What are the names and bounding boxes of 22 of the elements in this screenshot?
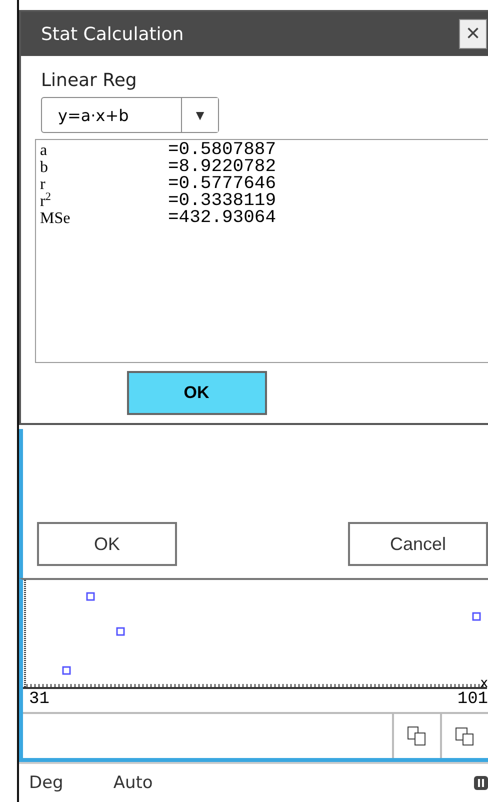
angle-mode: Deg [29, 773, 64, 793]
calculation-label: Linear Reg [41, 70, 138, 91]
x-max-label: 101 [457, 690, 488, 711]
result-value: =0.3338119 [168, 193, 278, 210]
ok-button[interactable]: OK [126, 371, 266, 415]
result-value: =432.93064 [168, 210, 278, 227]
result-name: a [40, 142, 48, 159]
result-name: b [40, 159, 49, 176]
window-title: Stat Calculation [41, 24, 184, 44]
result-value: =0.5777646 [168, 176, 278, 193]
result-value: =8.9220782 [168, 159, 278, 176]
ok-button[interactable]: OK [37, 522, 177, 566]
cancel-button[interactable]: Cancel [348, 522, 488, 566]
x-axis-label: x [480, 677, 488, 690]
x-min-label: 31 [29, 690, 50, 711]
close-button[interactable]: × [459, 19, 487, 49]
result-name: MSe [40, 210, 72, 227]
result-value: =0.5807887 [168, 142, 278, 159]
result-name: r$^{2}$ [40, 193, 52, 210]
calc-mode: Auto [113, 773, 153, 793]
formula-dropdown[interactable]: y=a·x+b ▼ [41, 97, 219, 133]
result-name: r [40, 176, 46, 193]
